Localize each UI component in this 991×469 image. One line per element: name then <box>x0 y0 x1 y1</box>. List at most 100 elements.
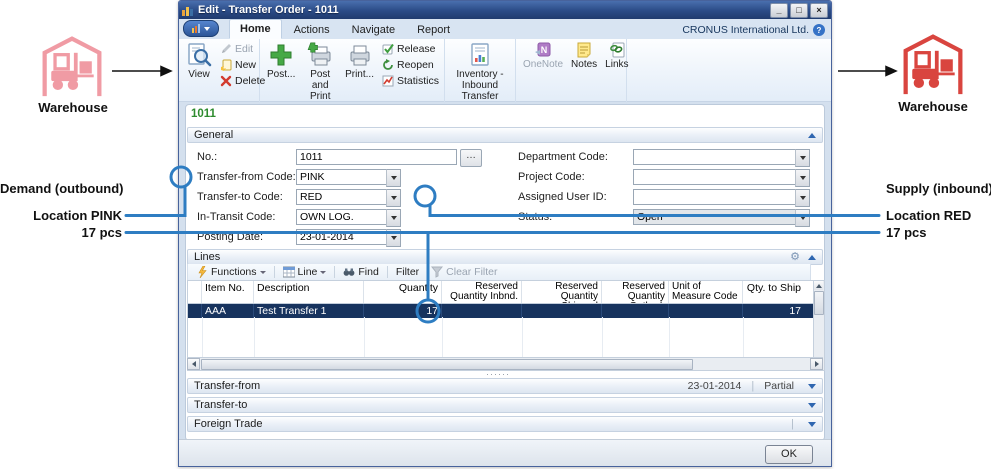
column-header-quantity[interactable]: Quantity <box>364 281 442 303</box>
posting-date-label: Posting Date: <box>197 231 263 243</box>
fasttab-transfer-to[interactable]: Transfer-to <box>187 397 823 413</box>
line-button[interactable]: Line <box>279 265 331 279</box>
functions-button[interactable]: Functions <box>192 265 270 279</box>
fasttab-lines[interactable]: Lines ⚙ <box>187 249 823 265</box>
onenote-button[interactable]: N OneNote <box>520 41 566 71</box>
fasttab-general-label: General <box>194 129 233 141</box>
column-header-item-no[interactable]: Item No. <box>202 281 254 303</box>
find-button[interactable]: Find <box>339 265 382 279</box>
page-caption: 1011 <box>191 108 216 120</box>
column-header-reserved-qty-outbnd[interactable]: Reserved Quantity Outbnd. <box>602 281 669 303</box>
chevron-right-icon <box>815 361 819 367</box>
view-button-label: View <box>188 69 210 80</box>
cell-qty-to-ship[interactable]: 17 <box>743 304 804 318</box>
window-title: Edit - Transfer Order - 1011 <box>198 4 339 16</box>
fasttab-foreign-trade[interactable]: Foreign Trade | <box>187 416 823 432</box>
reopen-button[interactable]: Reopen <box>380 57 441 72</box>
tab-actions[interactable]: Actions <box>284 21 340 39</box>
no-assist-edit-button[interactable]: … <box>460 149 482 167</box>
no-field[interactable]: 1011 <box>296 149 457 165</box>
transfer-to-code-label: Transfer-to Code: <box>197 191 283 203</box>
assigned-user-id-dropdown-button[interactable] <box>795 189 810 207</box>
cell-reserved-outbnd[interactable] <box>602 304 669 318</box>
project-code-dropdown-button[interactable] <box>795 169 810 187</box>
statistics-button[interactable]: Statistics <box>380 73 441 88</box>
scroll-up-button[interactable] <box>814 281 823 290</box>
report-icon <box>467 42 493 68</box>
cell-item-no[interactable]: AAA <box>202 304 254 318</box>
column-header-reserved-qty-shipped[interactable]: Reserved Quantity Shipped <box>522 281 602 303</box>
grid-header-row: Item No. Description Quantity Reserved Q… <box>188 281 814 304</box>
scroll-right-button[interactable] <box>810 358 823 370</box>
cell-uom[interactable] <box>669 304 743 318</box>
post-icon <box>268 42 294 68</box>
close-button[interactable]: × <box>810 3 828 18</box>
application-menu-button[interactable] <box>183 20 219 37</box>
gear-icon[interactable]: ⚙ <box>790 252 800 262</box>
fasttab-transfer-from[interactable]: Transfer-from 23-01-2014 | Partial <box>187 378 823 394</box>
transfer-to-code-field[interactable]: RED <box>296 189 388 205</box>
print-button[interactable]: Print... <box>342 41 377 81</box>
project-code-field[interactable] <box>633 169 797 185</box>
minimize-button[interactable]: _ <box>770 3 788 18</box>
clear-filter-button[interactable]: Clear Filter <box>427 265 501 279</box>
tab-navigate[interactable]: Navigate <box>342 21 405 39</box>
chevron-up-icon[interactable] <box>808 255 816 260</box>
notes-button[interactable]: Notes <box>568 41 600 71</box>
release-button[interactable]: Release <box>380 41 441 56</box>
transfer-from-status-summary: Partial <box>764 380 794 392</box>
cell-reserved-inbnd[interactable] <box>442 304 522 318</box>
chevron-down-icon[interactable] <box>808 403 816 408</box>
department-code-dropdown-button[interactable] <box>795 149 810 167</box>
transfer-to-code-dropdown-button[interactable] <box>386 189 401 207</box>
table-row[interactable]: AAA Test Transfer 1 17 17 <box>188 304 814 318</box>
column-header-uom-code[interactable]: Unit of Measure Code <box>669 281 743 303</box>
column-header-reserved-qty-inbnd[interactable]: Reserved Quantity Inbnd. <box>442 281 522 303</box>
fasttab-general[interactable]: General <box>187 127 823 143</box>
row-selector-cell[interactable] <box>188 304 202 318</box>
statistics-icon <box>382 75 394 87</box>
status-label: Status: <box>518 211 552 223</box>
column-header-description[interactable]: Description <box>254 281 364 303</box>
in-transit-code-label: In-Transit Code: <box>197 211 275 223</box>
fasttab-transfer-from-label: Transfer-from <box>194 380 260 392</box>
tab-report[interactable]: Report <box>407 21 460 39</box>
chevron-down-icon <box>800 176 806 180</box>
inventory-inbound-transfer-button[interactable]: Inventory - Inbound Transfer <box>449 41 511 103</box>
right-qty-label: 17 pcs <box>886 225 926 240</box>
links-button[interactable]: Links <box>602 41 631 71</box>
maximize-button[interactable]: □ <box>790 3 808 18</box>
vertical-scroll-thumb[interactable] <box>814 291 824 315</box>
post-button[interactable]: Post... <box>264 41 298 81</box>
no-field-label: No.: <box>197 151 217 163</box>
chevron-up-icon <box>816 284 822 288</box>
app-icon <box>182 4 194 16</box>
svg-text:N: N <box>541 45 548 55</box>
column-header-qty-to-ship[interactable]: Qty. to Ship <box>743 281 804 303</box>
department-code-label: Department Code: <box>518 151 608 163</box>
in-transit-code-field[interactable]: OWN LOG. <box>296 209 388 225</box>
cell-reserved-shipped[interactable] <box>522 304 602 318</box>
posting-date-dropdown-button[interactable] <box>386 229 401 247</box>
status-dropdown-button[interactable] <box>795 209 810 227</box>
department-code-field[interactable] <box>633 149 797 165</box>
assigned-user-id-field[interactable] <box>633 189 797 205</box>
chevron-down-icon <box>800 196 806 200</box>
chevron-down-icon[interactable] <box>808 422 816 427</box>
ok-button[interactable]: OK <box>765 445 813 464</box>
horizontal-scroll-thumb[interactable] <box>201 359 693 370</box>
help-icon[interactable]: ? <box>813 24 825 36</box>
chevron-down-icon[interactable] <box>808 384 816 389</box>
in-transit-code-dropdown-button[interactable] <box>386 209 401 227</box>
filter-button[interactable]: Filter <box>392 265 423 279</box>
transfer-from-code-dropdown-button[interactable] <box>386 169 401 187</box>
posting-date-field[interactable]: 23-01-2014 <box>296 229 388 245</box>
tab-home[interactable]: Home <box>229 19 282 39</box>
transfer-from-code-field[interactable]: PINK <box>296 169 388 185</box>
chevron-up-icon[interactable] <box>808 133 816 138</box>
post-and-print-button[interactable]: Post and Print <box>300 41 340 103</box>
cell-description[interactable]: Test Transfer 1 <box>254 304 364 318</box>
view-button[interactable]: View <box>183 41 215 81</box>
cell-quantity[interactable]: 17 <box>364 304 442 318</box>
grid-selection-header <box>188 281 202 303</box>
